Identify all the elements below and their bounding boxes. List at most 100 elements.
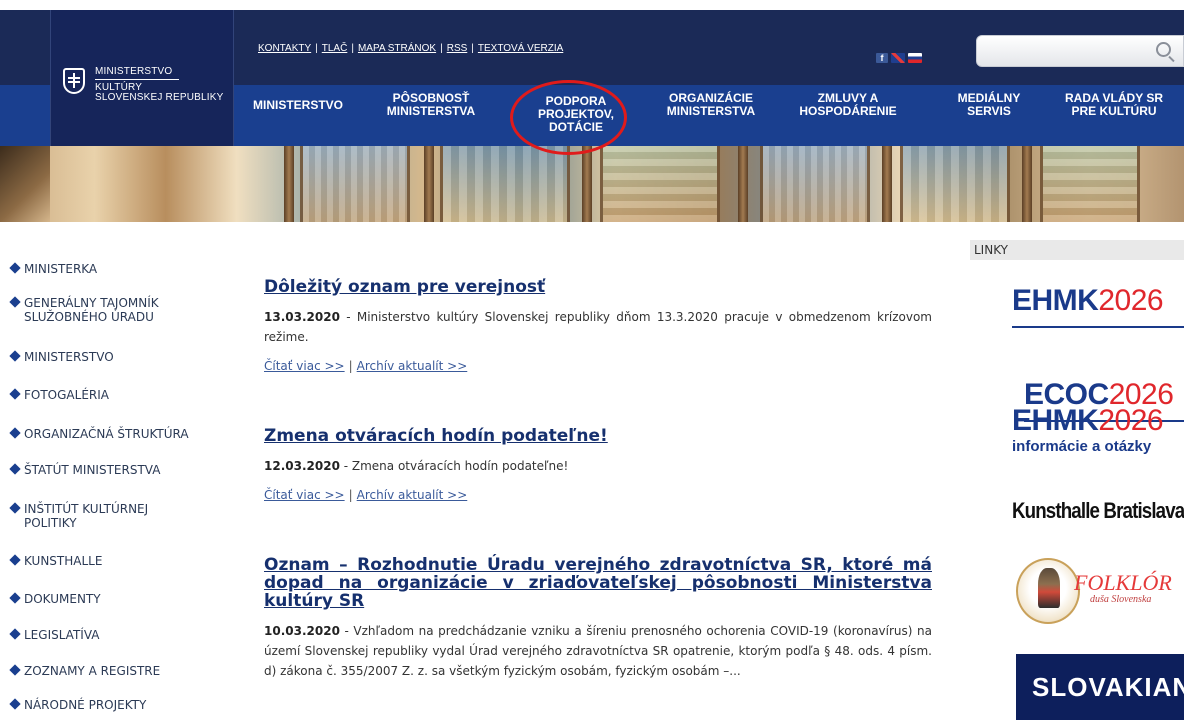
diamond-bullet-icon: [10, 503, 21, 514]
banner-window: [1040, 146, 1140, 222]
sidebar-item-generalny-tajomnik[interactable]: GENERÁLNY TAJOMNÍK SLUŽOBNÉHO ÚRADU: [10, 296, 159, 324]
article-text: - Vzhľadom na predchádzanie vzniku a šír…: [264, 624, 932, 678]
article-title-link[interactable]: Dôležitý oznam pre verejnosť: [264, 278, 932, 296]
news-archive-link[interactable]: Archív aktualít >>: [357, 488, 468, 502]
sidebar-item-fotogaleria[interactable]: FOTOGALÉRIA: [10, 388, 109, 402]
article-title-link[interactable]: Oznam – Rozhodnutie Úradu verejného zdra…: [264, 556, 932, 610]
diamond-bullet-icon: [10, 263, 21, 274]
nav-item-organizacie[interactable]: ORGANIZÁCIE MINISTERSTVA: [648, 92, 774, 118]
util-separator: |: [471, 43, 474, 54]
nav-item-medialny-servis[interactable]: MEDIÁLNY SERVIS: [934, 92, 1044, 118]
util-link-kontakty[interactable]: KONTAKTY: [258, 43, 311, 54]
diamond-bullet-icon: [10, 629, 21, 640]
sidebar-item-narodne-projekty[interactable]: NÁRODNÉ PROJEKTY: [10, 698, 146, 712]
sidebar-item-organizacna-struktura[interactable]: ORGANIZAČNÁ ŠTRUKTÚRA: [10, 427, 189, 441]
banner-word: EHMK: [1012, 404, 1099, 437]
folklor-banner-title[interactable]: FOLKLÓR: [1074, 570, 1172, 596]
site-header: MINISTERSTVO KULTÚRY SLOVENSKEJ REPUBLIK…: [0, 0, 1184, 222]
news-article: Zmena otváracích hodín podateľne! 12.03.…: [264, 427, 932, 502]
banner-pillar: [738, 146, 748, 222]
sidebar-item-legislativa[interactable]: LEGISLATÍVA: [10, 628, 99, 642]
article-date: 12.03.2020: [264, 459, 340, 473]
sidebar-item-label: INŠTITÚT KULTÚRNEJ POLITIKY: [24, 502, 149, 530]
logo-text: MINISTERSTVO KULTÚRY SLOVENSKEJ REPUBLIK…: [95, 67, 224, 103]
util-separator: |: [440, 43, 443, 54]
util-link-rss[interactable]: RSS: [447, 43, 468, 54]
news-archive-link[interactable]: Archív aktualít >>: [357, 359, 468, 373]
banner-year: 2026: [1098, 404, 1164, 437]
article-summary: 10.03.2020 - Vzhľadom na predchádzanie v…: [264, 621, 932, 681]
read-more-link[interactable]: Čítať viac >>: [264, 359, 345, 373]
util-link-mapa-stranok[interactable]: MAPA STRÁNOK: [358, 43, 436, 54]
utility-bar: KONTAKTY | TLAČ | MAPA STRÁNOK | RSS | TEXTOVÁ V…: [234, 10, 1184, 85]
stained-glass-banner: [0, 146, 1184, 222]
links-column: LINKY EHMK2026 ECOC2026 EHMK2026 informá…: [970, 240, 1184, 720]
nav-label: MINISTERSTVO: [252, 98, 343, 112]
coat-of-arms-icon: [63, 68, 85, 94]
sidebar-item-dokumenty[interactable]: DOKUMENTY: [10, 592, 101, 606]
sidebar-item-ministerka[interactable]: MINISTERKA: [10, 262, 97, 276]
sidebar-item-label: GENERÁLNY TAJOMNÍK SLUŽOBNÉHO ÚRADU: [24, 296, 159, 324]
folklor-dancer-logo-icon[interactable]: [1016, 558, 1080, 624]
sidebar-item-kunsthalle[interactable]: KUNSTHALLE: [10, 554, 102, 568]
link-separator: |: [348, 488, 353, 502]
folklor-banner-subtitle: duša Slovenska: [1090, 594, 1152, 605]
banner-pillar: [424, 146, 434, 222]
article-links: Čítať viac >> | Archív aktualít >>: [264, 359, 932, 373]
utility-links: KONTAKTY | TLAČ | MAPA STRÁNOK | RSS | TEXTOVÁ V…: [258, 43, 563, 54]
util-link-textova-verzia[interactable]: TEXTOVÁ VERZIA: [478, 43, 563, 54]
english-flag-icon[interactable]: [891, 53, 905, 63]
sidebar-item-institut-kulturnej-politiky[interactable]: INŠTITÚT KULTÚRNEJ POLITIKY: [10, 502, 148, 530]
nav-item-ministerstvo[interactable]: MINISTERSTVO: [238, 99, 358, 112]
banner-underline: [1012, 326, 1184, 328]
kunsthalle-bratislava-banner[interactable]: Kunsthalle Bratislava: [1012, 498, 1184, 524]
ehmk2026-banner[interactable]: EHMK2026: [1012, 284, 1164, 318]
read-more-link[interactable]: Čítať viac >>: [264, 488, 345, 502]
diamond-bullet-icon: [10, 351, 21, 362]
diamond-bullet-icon: [10, 428, 21, 439]
banner-left-ornament: [0, 146, 50, 222]
social-language-icons: f: [876, 53, 922, 63]
facebook-icon[interactable]: f: [876, 53, 888, 63]
nav-item-posobnost[interactable]: PÔSOBNOSŤ MINISTERSTVA: [366, 92, 496, 118]
logo-line-3: SLOVENSKEJ REPUBLIKY: [95, 92, 224, 103]
slovak-flag-icon[interactable]: [908, 53, 922, 63]
sidebar-item-ministerstvo[interactable]: MINISTERSTVO: [10, 350, 114, 364]
sidebar-item-statut-ministerstva[interactable]: ŠTATÚT MINISTERSTVA: [10, 463, 160, 477]
banner-subtitle: informácie a otázky: [1012, 438, 1152, 455]
banner-pillar: [284, 146, 294, 222]
nav-label-line2: HOSPODÁRENIE: [799, 104, 897, 118]
nav-label-line2: SERVIS: [967, 104, 1011, 118]
banner-word: EHMK: [1012, 284, 1099, 317]
util-separator: |: [315, 43, 318, 54]
banner-window: [600, 146, 720, 222]
sidebar-item-label: NÁRODNÉ PROJEKTY: [24, 698, 147, 712]
nav-item-zmluvy[interactable]: ZMLUVY A HOSPODÁRENIE: [782, 92, 914, 118]
search-input[interactable]: [976, 35, 1184, 67]
sidebar-item-label: ŠTATÚT MINISTERSTVA: [24, 463, 161, 477]
sidebar-item-label: FOTOGALÉRIA: [24, 388, 109, 402]
nav-item-rada-vlady[interactable]: RADA VLÁDY SR PRE KULTÚRU: [1044, 92, 1184, 118]
article-title-link[interactable]: Zmena otváracích hodín podateľne!: [264, 427, 932, 445]
sidebar-item-zoznamy-a-registre[interactable]: ZOZNAMY A REGISTRE: [10, 664, 160, 678]
sidebar-item-label: ZOZNAMY A REGISTRE: [24, 664, 161, 678]
diamond-bullet-icon: [10, 555, 21, 566]
diamond-bullet-icon: [10, 297, 21, 308]
slovakiana-banner[interactable]: SLOVAKIANA: [1016, 654, 1184, 720]
ehmk2026-info-banner[interactable]: EHMK2026: [1012, 404, 1164, 438]
util-separator: |: [351, 43, 354, 54]
nav-label-line2: MINISTERSTVA: [666, 104, 756, 118]
search-icon[interactable]: [1156, 42, 1171, 57]
article-date: 10.03.2020: [264, 624, 340, 638]
diamond-bullet-icon: [10, 389, 21, 400]
sidebar-item-label: LEGISLATÍVA: [24, 628, 100, 642]
sidebar-item-label: DOKUMENTY: [24, 592, 101, 606]
sidebar-item-label: KUNSTHALLE: [24, 554, 103, 568]
link-separator: |: [348, 359, 353, 373]
sidebar-item-label: ORGANIZAČNÁ ŠTRUKTÚRA: [24, 427, 189, 441]
red-highlight-circle: [510, 80, 627, 155]
util-link-tlac[interactable]: TLAČ: [322, 43, 348, 54]
diamond-bullet-icon: [10, 593, 21, 604]
header-left-strip-nav: [0, 85, 50, 146]
banner-window: [900, 146, 1010, 222]
